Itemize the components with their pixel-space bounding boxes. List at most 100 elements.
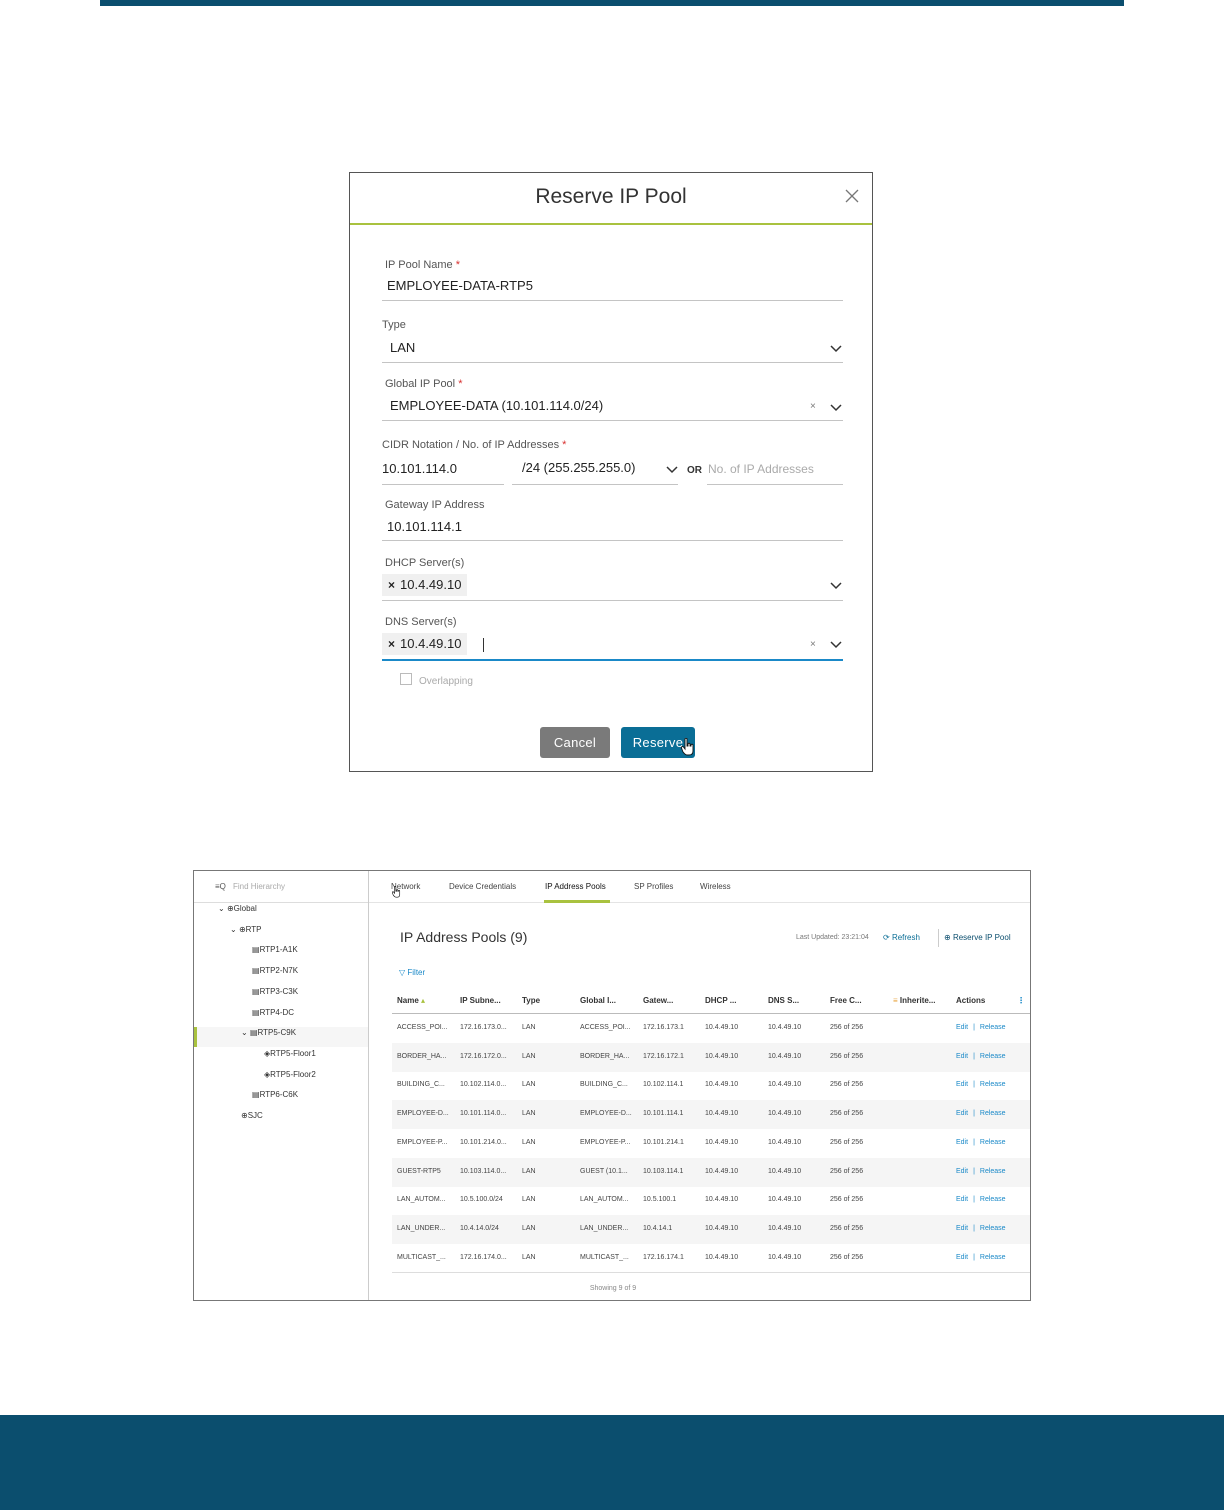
tab-device-credentials[interactable]: Device Credentials <box>449 882 516 891</box>
table-row[interactable]: BUILDING_C... 10.102.114.0... LAN BUILDING_… <box>392 1071 1030 1100</box>
edit-link[interactable]: Edit <box>956 1110 968 1117</box>
tree-item-rtp1[interactable]: ▤RTP1-A1K <box>252 945 298 954</box>
table-row[interactable]: EMPLOYEE-D... 10.101.114.0... LAN EMPLOYEE-… <box>392 1100 1030 1130</box>
release-link[interactable]: Release <box>980 1254 1006 1261</box>
col-dns[interactable]: DNS S... <box>768 996 799 1005</box>
close-icon[interactable] <box>844 188 860 204</box>
release-link[interactable]: Release <box>980 1110 1006 1117</box>
cancel-button[interactable]: Cancel <box>540 727 610 758</box>
ip-pools-panel: ≡Q Find Hierarchy ⌄ ⊕Global ⌄ ⊕RTP ▤RTP1… <box>193 870 1031 1301</box>
tree-item-rtp3[interactable]: ▤RTP3-C3K <box>252 987 298 996</box>
table-row[interactable]: LAN_UNDER... 10.4.14.0/24 LAN LAN_UNDER... 1… <box>392 1214 1030 1244</box>
dns-input-focused-underline[interactable] <box>382 659 843 661</box>
remove-chip-icon[interactable]: × <box>388 637 395 651</box>
dns-chip: × 10.4.49.10 <box>382 633 468 655</box>
table-row[interactable]: EMPLOYEE-P... 10.101.214.0... LAN EMPLOYEE-… <box>392 1129 1030 1158</box>
tree-item-rtp5-floor2[interactable]: ◈RTP5-Floor2 <box>264 1070 316 1079</box>
release-link[interactable]: Release <box>980 1053 1006 1060</box>
tree-item-rtp4[interactable]: ▤RTP4-DC <box>252 1008 294 1017</box>
col-dhcp[interactable]: DHCP ... <box>705 996 736 1005</box>
table-row[interactable]: BORDER_HA... 172.16.172.0... LAN BORDER_HA.… <box>392 1042 1030 1072</box>
edit-link[interactable]: Edit <box>956 1168 968 1175</box>
col-type[interactable]: Type <box>522 996 540 1005</box>
chevron-down-icon[interactable]: ⌄ <box>230 925 237 934</box>
tree-item-rtp5[interactable]: ⌄ ▤RTP5-C9K <box>241 1028 296 1037</box>
cidr-address-input[interactable]: 10.101.114.0 <box>382 461 457 476</box>
release-link[interactable]: Release <box>980 1225 1006 1232</box>
column-settings-icon[interactable]: ⋮ <box>1017 996 1025 1005</box>
tree-item-rtp6[interactable]: ▤RTP6-C6K <box>252 1090 298 1099</box>
edit-link[interactable]: Edit <box>956 1053 968 1060</box>
action-separator: | <box>973 1110 975 1118</box>
col-inherited[interactable]: ≡ Inherite... <box>893 996 935 1005</box>
clear-icon[interactable]: × <box>810 401 816 412</box>
release-link[interactable]: Release <box>980 1139 1006 1146</box>
tab-sp-profiles[interactable]: SP Profiles <box>634 882 673 891</box>
tree-item-rtp[interactable]: ⌄ ⊕RTP <box>230 925 262 934</box>
hierarchy-search[interactable]: ≡Q Find Hierarchy <box>194 871 368 903</box>
edit-link[interactable]: Edit <box>956 1196 968 1203</box>
overlapping-checkbox[interactable] <box>400 673 412 685</box>
chevron-down-icon[interactable] <box>830 404 842 412</box>
edit-link[interactable]: Edit <box>956 1225 968 1232</box>
row-actions: Edit | Release <box>956 1139 1006 1146</box>
filter-button[interactable]: ▽ Filter <box>399 968 425 977</box>
table-row[interactable]: ACCESS_POI... 172.16.173.0... LAN ACCESS_PO… <box>392 1014 1030 1043</box>
refresh-icon: ⟳ <box>883 933 890 942</box>
table-row[interactable]: GUEST-RTP5 10.103.114.0... LAN GUEST (10.1.… <box>392 1157 1030 1187</box>
chevron-down-icon[interactable]: ⌄ <box>241 1028 248 1037</box>
chevron-down-icon[interactable] <box>830 345 842 353</box>
chevron-down-icon[interactable] <box>830 582 842 590</box>
edit-link[interactable]: Edit <box>956 1081 968 1088</box>
col-global-pool[interactable]: Global I... <box>580 996 616 1005</box>
tree-item-sjc[interactable]: ⊕SJC <box>241 1111 263 1120</box>
refresh-button[interactable]: ⟳ Refresh <box>883 933 920 942</box>
release-link[interactable]: Release <box>980 1024 1006 1031</box>
table-row[interactable]: MULTICAST_... 172.16.174.0... LAN MULTICAST… <box>392 1244 1030 1273</box>
release-link[interactable]: Release <box>980 1168 1006 1175</box>
ip-count-underline <box>707 484 843 485</box>
edit-link[interactable]: Edit <box>956 1024 968 1031</box>
tree-item-global[interactable]: ⌄ ⊕Global <box>218 904 257 913</box>
col-ip-subnet[interactable]: IP Subne... <box>460 996 501 1005</box>
last-updated-text: Last Updated: 23:21:04 <box>796 934 869 941</box>
cell-free: 256 of 256 <box>830 1167 864 1175</box>
col-name[interactable]: Name ▴ <box>397 996 425 1005</box>
remove-chip-icon[interactable]: × <box>388 578 395 592</box>
area-icon: ⊕ <box>238 925 246 934</box>
overlapping-label: Overlapping <box>419 676 473 687</box>
tab-ip-address-pools[interactable]: IP Address Pools <box>545 882 606 891</box>
chevron-down-icon[interactable] <box>666 466 678 474</box>
tab-wireless[interactable]: Wireless <box>700 882 731 891</box>
type-select[interactable]: LAN <box>390 340 415 355</box>
building-icon: ▤ <box>249 1028 258 1037</box>
cell-dns: 10.4.49.10 <box>768 1024 802 1031</box>
cell-ip-subnet: 10.102.114.0... <box>460 1081 507 1089</box>
edit-link[interactable]: Edit <box>956 1254 968 1261</box>
col-free[interactable]: Free C... <box>830 996 862 1005</box>
global-pool-label: Global IP Pool * <box>385 378 463 390</box>
cell-ip-subnet: 172.16.173.0... <box>460 1024 507 1031</box>
tabs-divider <box>369 902 1030 903</box>
edit-link[interactable]: Edit <box>956 1139 968 1146</box>
release-link[interactable]: Release <box>980 1081 1006 1088</box>
cidr-prefix-select[interactable]: /24 (255.255.255.0) <box>522 460 635 475</box>
gateway-input[interactable]: 10.101.114.1 <box>387 519 462 534</box>
ip-count-input[interactable]: No. of IP Addresses <box>708 462 814 476</box>
building-icon: ▤ <box>252 987 260 996</box>
tree-item-rtp2[interactable]: ▤RTP2-N7K <box>252 966 298 975</box>
clear-icon[interactable]: × <box>810 639 816 650</box>
hierarchy-search-input[interactable]: Find Hierarchy <box>233 882 285 891</box>
cell-type: LAN <box>522 1167 536 1175</box>
pool-name-input[interactable]: EMPLOYEE-DATA-RTP5 <box>387 278 533 293</box>
global-pool-select[interactable]: EMPLOYEE-DATA (10.101.114.0/24) <box>390 398 603 413</box>
cidr-address-underline <box>382 484 504 485</box>
showing-count: Showing 9 of 9 <box>589 1285 637 1292</box>
tree-item-rtp5-floor1[interactable]: ◈RTP5-Floor1 <box>264 1049 316 1058</box>
release-link[interactable]: Release <box>980 1196 1006 1203</box>
table-row[interactable]: LAN_AUTOM... 10.5.100.0/24 LAN LAN_AUTOM...… <box>392 1186 1030 1215</box>
col-gateway[interactable]: Gatew... <box>643 996 673 1005</box>
chevron-down-icon[interactable]: ⌄ <box>218 904 225 913</box>
reserve-ip-pool-button[interactable]: ⊕ Reserve IP Pool <box>944 933 1011 942</box>
chevron-down-icon[interactable] <box>830 641 842 649</box>
